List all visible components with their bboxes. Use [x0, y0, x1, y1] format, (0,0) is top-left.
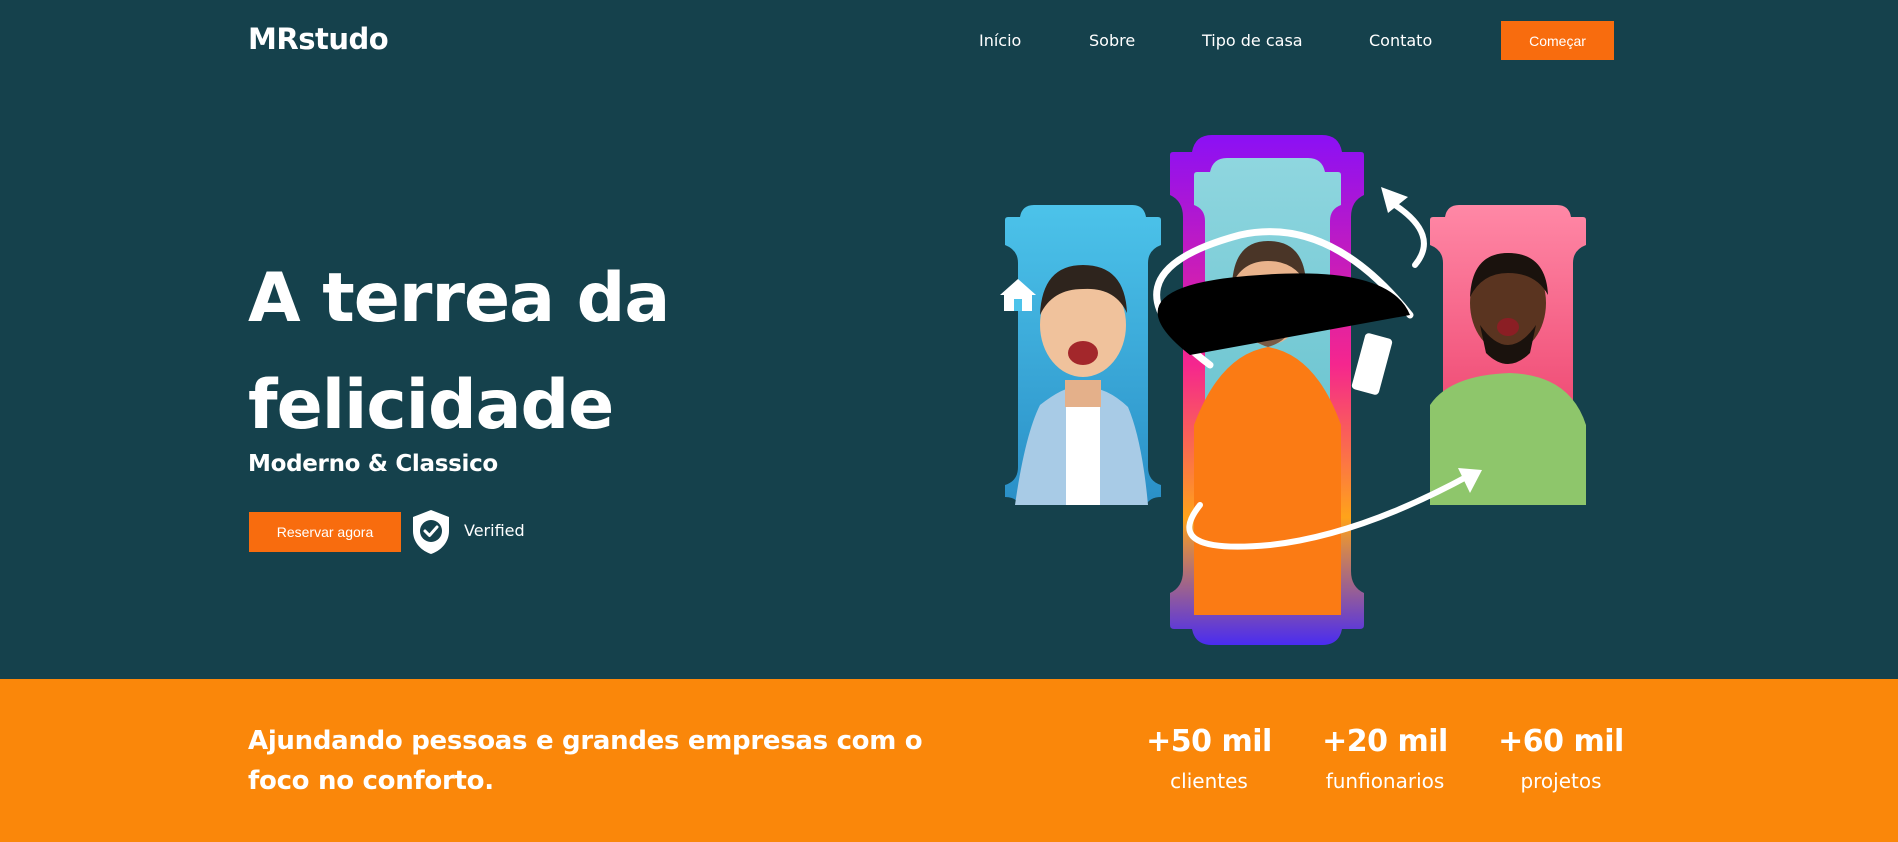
top-navigation: MRstudo Início Sobre Tipo de casa Contat… — [0, 0, 1898, 90]
stat-value: +60 mil — [1498, 724, 1624, 759]
hero-subtitle: Moderno & Classico — [248, 451, 498, 477]
stat-label: projetos — [1520, 769, 1602, 793]
stat-label: funfionarios — [1325, 769, 1445, 793]
stat-employees: +20 mil funfionarios — [1310, 724, 1460, 793]
nav-link-contato[interactable]: Contato — [1369, 31, 1432, 50]
shield-check-icon — [413, 510, 449, 554]
stat-value: +20 mil — [1322, 724, 1448, 759]
hero-illustration — [1000, 135, 1586, 645]
stat-value: +50 mil — [1146, 724, 1272, 759]
verified-label: Verified — [464, 521, 525, 540]
nav-link-inicio[interactable]: Início — [979, 31, 1021, 50]
nav-link-sobre[interactable]: Sobre — [1089, 31, 1135, 50]
stat-projects: +60 mil projetos — [1486, 724, 1636, 793]
stat-clients: +50 mil clientes — [1134, 724, 1284, 793]
person-card-right — [1430, 205, 1586, 505]
book-now-button[interactable]: Reservar agora — [249, 512, 401, 552]
person-card-left — [1000, 205, 1161, 505]
person-card-center — [1170, 135, 1364, 645]
logo[interactable]: MRstudo — [248, 22, 389, 56]
nav-link-tipo-de-casa[interactable]: Tipo de casa — [1202, 31, 1303, 50]
hero-title: A terrea da felicidade — [248, 259, 670, 445]
stats-tagline: Ajundando pessoas e grandes empresas com… — [248, 726, 923, 796]
start-button[interactable]: Começar — [1501, 21, 1614, 60]
stat-label: clientes — [1170, 769, 1248, 793]
